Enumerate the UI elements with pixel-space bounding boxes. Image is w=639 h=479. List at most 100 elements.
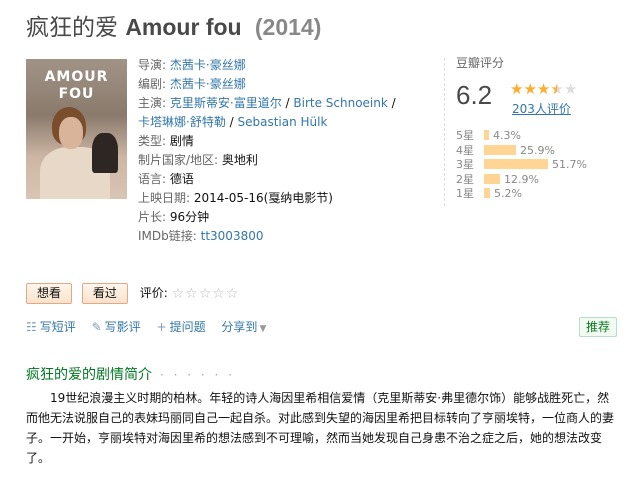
genre-value: 剧情 — [169, 134, 194, 148]
distribution-row: 3星 51.7% — [456, 158, 626, 173]
distribution-bar — [484, 144, 516, 155]
distribution-percent: 12.9% — [504, 172, 539, 186]
write-review-label: 写影评 — [104, 320, 141, 334]
ask-question-label: 提问题 — [169, 320, 206, 334]
distribution-bar — [484, 188, 490, 198]
imdb-link[interactable]: tt3003800 — [201, 229, 264, 243]
imdb-label: IMDb链接: — [138, 229, 197, 243]
distribution-star-label: 2星 — [456, 172, 474, 186]
cast-label: 主演: — [138, 96, 167, 110]
release-row: 上映日期: 2014-05-16(戛纳电影节) — [138, 189, 438, 208]
distribution-percent: 51.7% — [552, 158, 587, 171]
star-empty-icon: ★ — [563, 80, 578, 98]
ask-question-link[interactable]: + 提问题 — [157, 318, 206, 335]
release-value: 2014-05-16(戛纳电影节) — [193, 191, 333, 205]
rating-label: 豆瓣评分 — [456, 56, 505, 70]
comment-icon: ☷ — [26, 320, 37, 334]
write-short-review-label: 写短评 — [39, 320, 76, 334]
distribution-row: 4星 25.9% — [456, 144, 626, 159]
share-label: 分享到 — [221, 320, 258, 334]
distribution-star-label: 3星 — [456, 158, 474, 171]
cast-link[interactable]: 卡塔琳娜·舒特勒 — [138, 115, 226, 129]
language-label: 语言: — [138, 172, 167, 186]
imdb-row: IMDb链接: tt3003800 — [138, 227, 438, 246]
rate-label: 评价: — [139, 286, 168, 300]
cast-row-2: 卡塔琳娜·舒特勒 / Sebastian Hülk — [138, 113, 438, 132]
runtime-value: 96分钟 — [169, 210, 210, 224]
distribution-bar — [484, 130, 489, 140]
country-value: 奥地利 — [221, 153, 258, 167]
movie-poster[interactable]: AMOUR FOU — [26, 59, 127, 199]
director-row: 导演: 杰茜卡·豪丝娜 — [138, 56, 438, 75]
runtime-row: 片长: 96分钟 — [138, 208, 438, 227]
cast-link[interactable]: 克里斯蒂安·富里道尔 — [170, 96, 282, 110]
poster-figure-face — [59, 117, 83, 149]
star-full-icon: ★ — [523, 80, 537, 98]
write-short-review-link[interactable]: ☷ 写短评 — [26, 318, 76, 335]
writer-label: 编剧: — [138, 77, 167, 91]
write-review-link[interactable]: ✎ 写影评 — [92, 318, 141, 335]
genre-row: 类型: 剧情 — [138, 132, 438, 151]
seen-button[interactable]: 看过 — [81, 283, 128, 304]
distribution-percent: 5.2% — [494, 187, 522, 200]
pencil-icon: ✎ — [91, 320, 102, 334]
summary-title: 疯狂的爱的剧情简介 — [26, 367, 152, 383]
genre-label: 类型: — [138, 134, 167, 148]
cast-separator: / — [387, 96, 396, 110]
cast-separator: / — [225, 115, 238, 129]
star-half-icon: ★ — [550, 80, 564, 98]
plus-icon: + — [156, 320, 167, 334]
distribution-row: 5星 4.3% — [456, 129, 626, 144]
rating-stars: ★★★★★ — [510, 81, 577, 97]
star-outline-icon[interactable]: ☆ — [212, 286, 226, 302]
star-outline-icon[interactable]: ☆ — [199, 286, 213, 302]
star-full-icon: ★ — [510, 80, 524, 98]
distribution-star-label: 1星 — [456, 187, 474, 200]
star-outline-icon[interactable]: ☆ — [185, 286, 199, 302]
star-full-icon: ★ — [536, 80, 551, 98]
distribution-bar — [484, 173, 500, 184]
rating-score: 6.2 — [456, 80, 493, 110]
cast-link[interactable]: Sebastian Hülk — [238, 115, 328, 129]
action-buttons: 想看 看过 评价: ☆☆☆☆☆ — [26, 283, 239, 305]
director-link[interactable]: 杰茜卡·豪丝娜 — [170, 58, 246, 72]
distribution-percent: 4.3% — [493, 129, 521, 142]
summary-dots: · · · · · · — [160, 368, 235, 382]
poster-title-line1: AMOUR — [44, 69, 109, 85]
distribution-star-label: 4星 — [456, 143, 474, 157]
language-value: 德语 — [169, 172, 194, 186]
distribution-row: 2星 12.9% — [456, 173, 626, 188]
poster-title-line2: FOU — [58, 86, 95, 102]
writer-row: 编剧: 杰茜卡·豪丝娜 — [138, 75, 438, 94]
cast-row: 主演: 克里斯蒂安·富里道尔 / Birte Schnoeink / — [138, 94, 438, 113]
rating-distribution: 5星 4.3% 4星 25.9% 3星 51.7% 2星 12.9% 1星 5.2% — [456, 129, 626, 202]
title-year: (2014) — [254, 14, 322, 40]
want-to-see-button[interactable]: 想看 — [26, 283, 73, 304]
distribution-row: 1星 5.2% — [456, 187, 626, 202]
recommend-button[interactable]: 推荐 — [578, 317, 617, 337]
runtime-label: 片长: — [138, 210, 167, 224]
summary-heading: 疯狂的爱的剧情简介 · · · · · · — [26, 364, 235, 384]
chevron-down-icon: ▼ — [259, 324, 267, 334]
release-label: 上映日期: — [138, 191, 191, 205]
cast-link[interactable]: Birte Schnoeink — [293, 96, 387, 110]
country-row: 制片国家/地区: 奥地利 — [138, 151, 438, 170]
secondary-actions: ☷ 写短评 ✎ 写影评 + 提问题 分享到 ▼ 推荐 — [26, 317, 619, 340]
director-label: 导演: — [138, 58, 167, 72]
page-title: 疯狂的爱 Amour fou (2014) — [26, 12, 321, 43]
share-dropdown[interactable]: 分享到 ▼ — [221, 318, 266, 335]
movie-info: 导演: 杰茜卡·豪丝娜 编剧: 杰茜卡·豪丝娜 主演: 克里斯蒂安·富里道尔 /… — [138, 56, 438, 246]
vertical-divider — [444, 58, 445, 206]
user-rating-stars[interactable]: ☆☆☆☆☆ — [172, 286, 240, 302]
language-row: 语言: 德语 — [138, 170, 438, 189]
writer-link[interactable]: 杰茜卡·豪丝娜 — [170, 77, 246, 91]
star-outline-icon[interactable]: ☆ — [172, 286, 186, 302]
title-latin: Amour fou — [125, 14, 242, 40]
country-label: 制片国家/地区: — [138, 153, 219, 167]
rating-panel: 豆瓣评分 6.2 ★★★★★ 203人评价 — [456, 54, 626, 116]
summary-text: 19世纪浪漫主义时期的柏林。年轻的诗人海因里希相信爱情（克里斯蒂安·弗里德尔饰）… — [26, 391, 615, 465]
distribution-bar — [484, 159, 548, 169]
cast-separator: / — [281, 96, 294, 110]
star-outline-icon[interactable]: ☆ — [226, 286, 240, 302]
rating-votes-link[interactable]: 203人评价 — [512, 100, 571, 117]
